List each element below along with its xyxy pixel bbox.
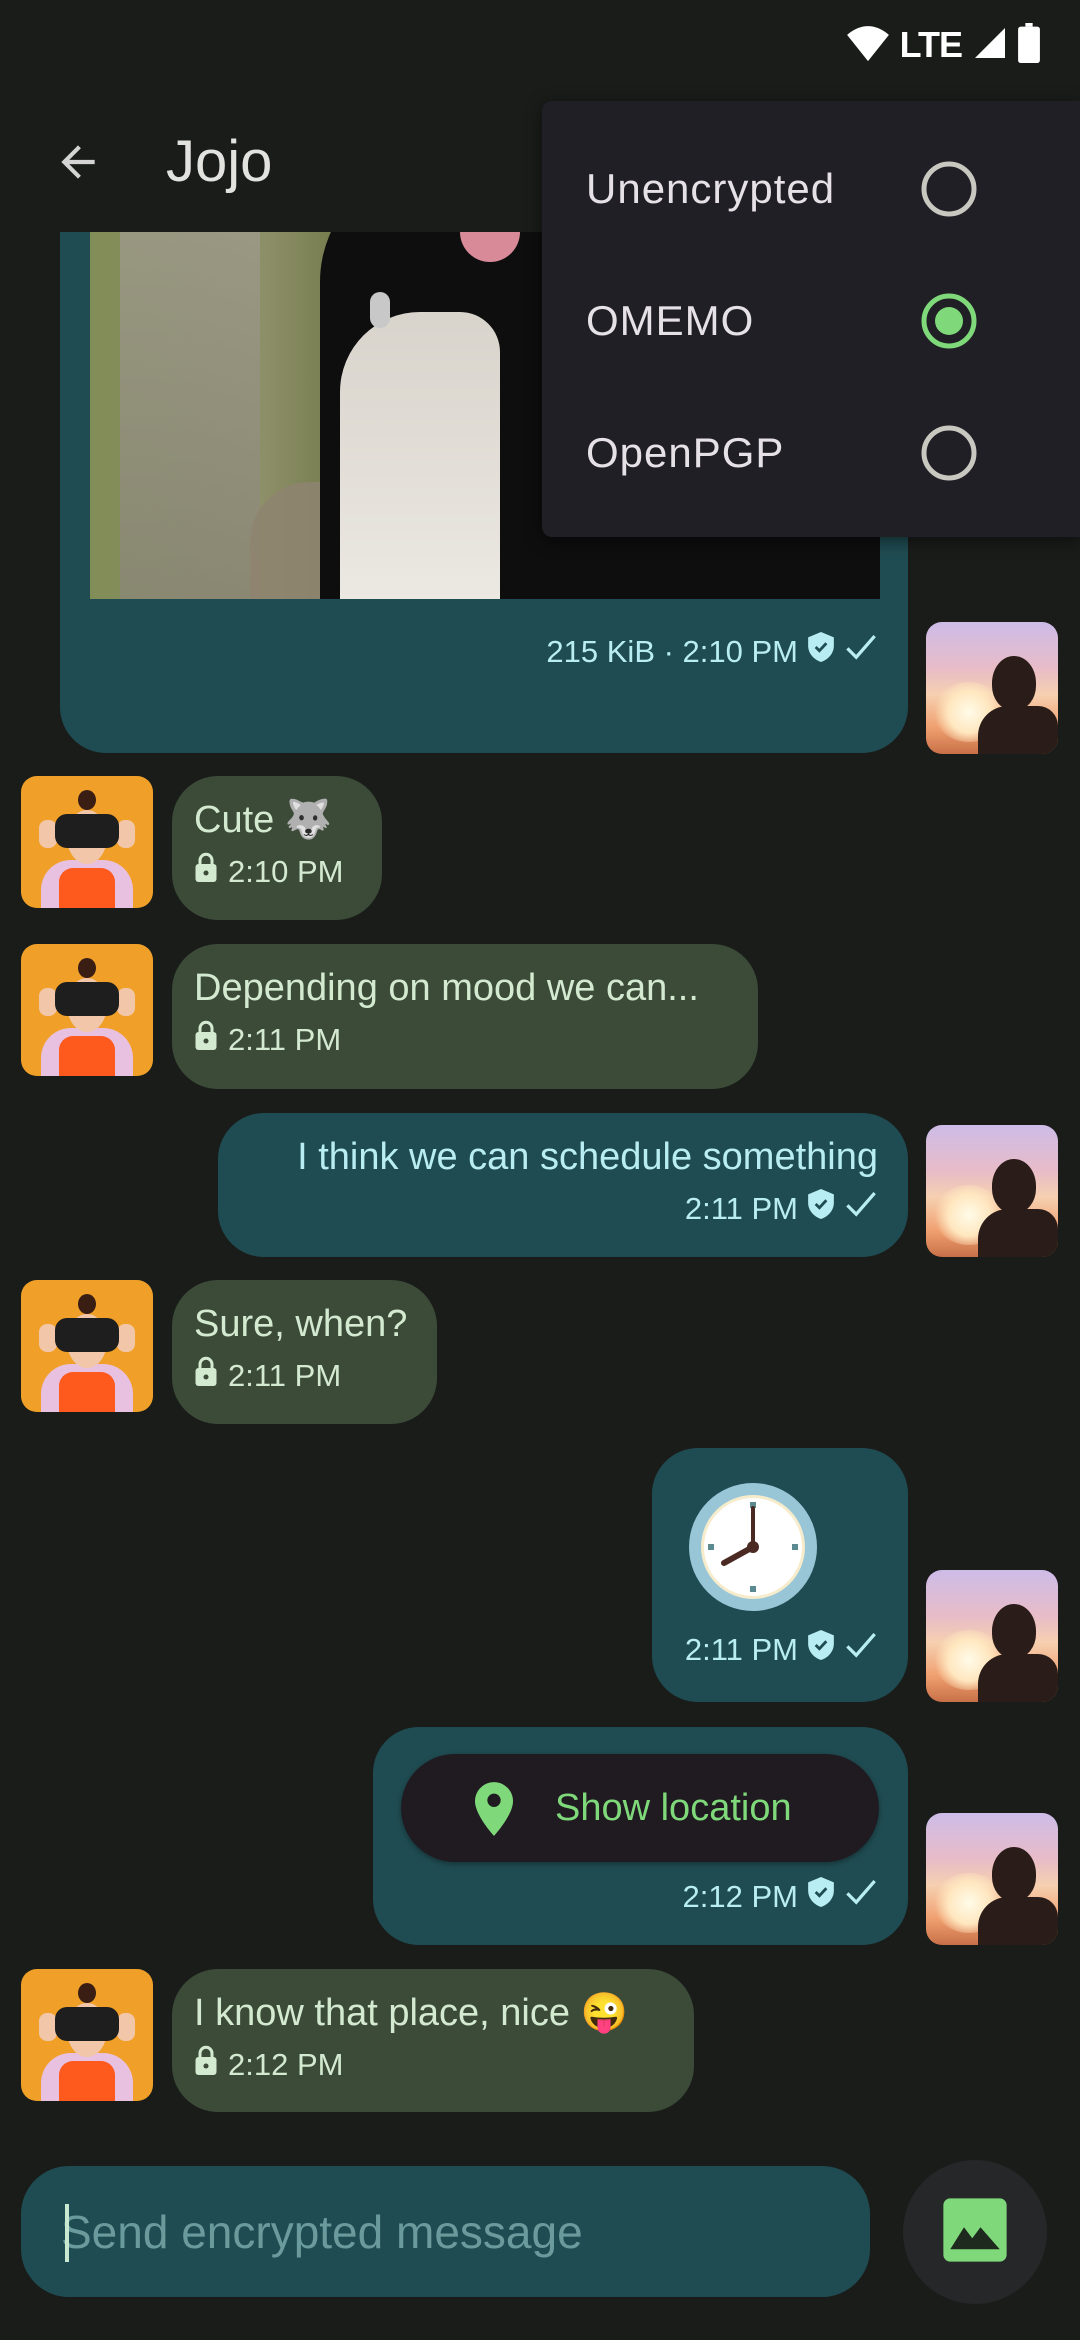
- clock-emoji: [688, 1482, 818, 1617]
- menu-item-omemo[interactable]: OMEMO: [542, 255, 1080, 387]
- radio-selected-icon[interactable]: [920, 292, 978, 350]
- message-bubble[interactable]: Cute 🐺 2:10 PM: [172, 776, 382, 920]
- lock-icon: [194, 1356, 218, 1396]
- battery-icon: [1018, 22, 1040, 68]
- message-time: 2:11 PM: [228, 1358, 342, 1393]
- check-icon: [844, 1877, 878, 1917]
- verified-shield-icon: [808, 1189, 834, 1229]
- menu-item-openpgp[interactable]: OpenPGP: [542, 387, 1080, 519]
- location-pin-icon: [475, 1782, 513, 1841]
- attach-image-button[interactable]: [903, 2160, 1047, 2304]
- message-meta: 215 KiB · 2:10 PM: [546, 634, 798, 669]
- network-type-label: LTE: [899, 24, 963, 65]
- message-bubble[interactable]: I know that place, nice 😜 2:12 PM: [172, 1969, 694, 2112]
- message-text: I know that place, nice 😜: [194, 1992, 628, 2034]
- menu-item-unencrypted[interactable]: Unencrypted: [542, 123, 1080, 255]
- verified-shield-icon: [808, 1630, 834, 1670]
- radio-unselected-icon[interactable]: [920, 424, 978, 482]
- show-location-button[interactable]: Show location: [401, 1754, 879, 1862]
- verified-shield-icon: [808, 1877, 834, 1917]
- check-icon: [844, 632, 878, 672]
- message-time: 2:11 PM: [228, 1022, 342, 1057]
- message-bubble[interactable]: Sure, when? 2:11 PM: [172, 1280, 437, 1424]
- show-location-label: Show location: [555, 1786, 792, 1829]
- menu-item-label: OMEMO: [586, 297, 755, 344]
- message-time: 2:12 PM: [228, 2047, 344, 2082]
- message-time: 2:10 PM: [228, 854, 344, 889]
- avatar-contact[interactable]: [21, 944, 153, 1076]
- avatar-contact[interactable]: [21, 1969, 153, 2101]
- message-text: I think we can schedule something: [297, 1136, 878, 1178]
- avatar-contact[interactable]: [21, 1280, 153, 1412]
- signal-icon: [972, 25, 1008, 66]
- message-time: 2:12 PM: [682, 1879, 798, 1914]
- message-bubble-location[interactable]: Show location 2:12 PM: [373, 1727, 908, 1945]
- message-composer: [21, 2166, 870, 2297]
- verified-shield-icon: [808, 632, 834, 672]
- avatar-self[interactable]: [926, 1813, 1058, 1945]
- message-input[interactable]: [61, 2166, 841, 2297]
- wifi-icon: [846, 23, 890, 68]
- message-time: 2:11 PM: [684, 1191, 798, 1226]
- message-bubble[interactable]: Depending on mood we can... 2:11 PM: [172, 944, 758, 1089]
- arrow-back-icon: [53, 137, 103, 192]
- lock-icon: [194, 852, 218, 892]
- text-cursor: [65, 2204, 69, 2262]
- message-bubble[interactable]: I think we can schedule something 2:11 P…: [218, 1113, 908, 1257]
- avatar-self[interactable]: [926, 622, 1058, 754]
- message-time: 2:11 PM: [684, 1632, 798, 1667]
- menu-item-label: OpenPGP: [586, 429, 785, 476]
- check-icon: [844, 1630, 878, 1670]
- lock-icon: [194, 1020, 218, 1060]
- menu-item-label: Unencrypted: [586, 165, 836, 212]
- message-text: Cute 🐺: [194, 799, 333, 841]
- message-text: Depending on mood we can...: [194, 967, 699, 1009]
- avatar-contact[interactable]: [21, 776, 153, 908]
- status-bar: LTE: [0, 0, 1080, 90]
- back-button[interactable]: [46, 132, 110, 196]
- lock-icon: [194, 2045, 218, 2085]
- encryption-menu: Unencrypted OMEMO OpenPGP: [542, 101, 1080, 537]
- conversation-title[interactable]: Jojo: [166, 128, 272, 195]
- message-bubble-emoji[interactable]: 2:11 PM: [652, 1448, 908, 1702]
- avatar-self[interactable]: [926, 1570, 1058, 1702]
- radio-unselected-icon[interactable]: [920, 160, 978, 218]
- avatar-self[interactable]: [926, 1125, 1058, 1257]
- image-icon: [942, 2197, 1008, 2268]
- message-text: Sure, when?: [194, 1303, 408, 1345]
- check-icon: [844, 1189, 878, 1229]
